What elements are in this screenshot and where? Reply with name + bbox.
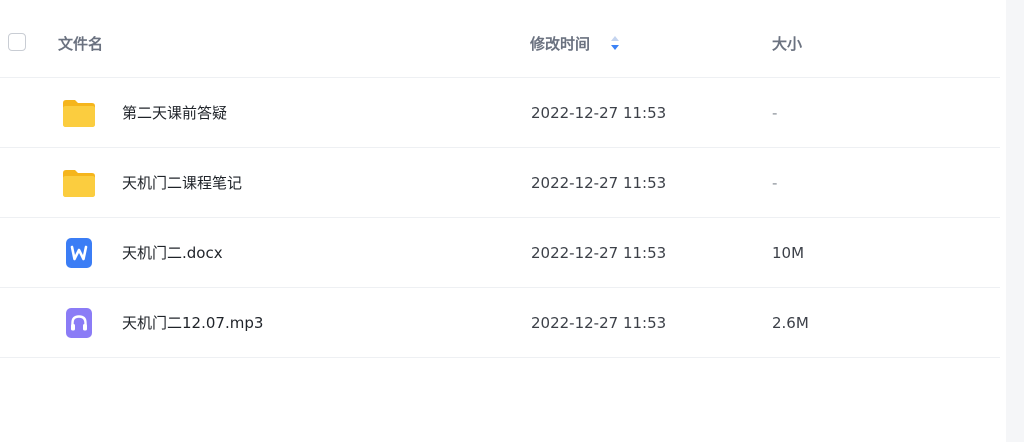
file-size: 2.6M [772,314,809,332]
folder-icon [63,100,95,127]
column-header-size[interactable]: 大小 [772,35,802,53]
column-header-name[interactable]: 文件名 [58,35,103,53]
file-name[interactable]: 天机门二课程笔记 [122,173,242,193]
audio-file-icon [66,308,92,338]
file-name[interactable]: 第二天课前答疑 [122,103,227,123]
file-name[interactable]: 天机门二.docx [122,243,223,263]
file-modified-time: 2022-12-27 11:53 [531,104,667,122]
file-modified-time: 2022-12-27 11:53 [531,244,667,262]
folder-icon [63,170,95,197]
scrollbar-track[interactable] [1006,0,1024,442]
select-all-checkbox[interactable] [8,33,26,51]
table-row[interactable]: 天机门二.docx 2022-12-27 11:53 10M [0,218,1000,288]
file-modified-time: 2022-12-27 11:53 [531,174,667,192]
file-size: 10M [772,244,805,262]
file-name[interactable]: 天机门二12.07.mp3 [122,313,263,333]
column-header-modified-time[interactable]: 修改时间 [530,35,590,53]
table-row[interactable]: 第二天课前答疑 2022-12-27 11:53 - [0,78,1000,148]
file-list-panel: 文件名 修改时间 大小 第二天课前答疑 2022-12-27 11:53 - 天… [0,0,1024,442]
file-size: - [772,174,778,192]
table-row[interactable]: 天机门二课程笔记 2022-12-27 11:53 - [0,148,1000,218]
word-doc-icon [66,238,92,268]
file-table: 文件名 修改时间 大小 第二天课前答疑 2022-12-27 11:53 - 天… [0,0,1000,358]
file-size: - [772,104,778,122]
table-header: 文件名 修改时间 大小 [0,0,1000,78]
sort-icon[interactable] [610,35,620,51]
table-row[interactable]: 天机门二12.07.mp3 2022-12-27 11:53 2.6M [0,288,1000,358]
file-modified-time: 2022-12-27 11:53 [531,314,667,332]
